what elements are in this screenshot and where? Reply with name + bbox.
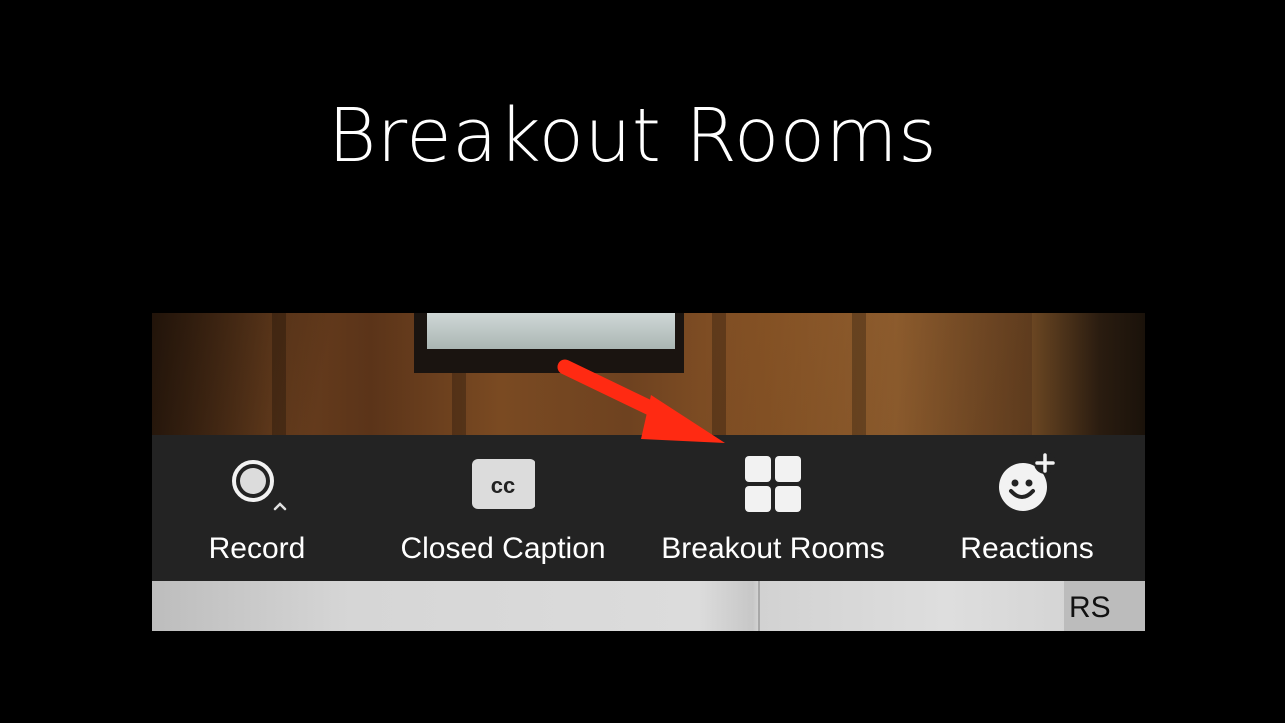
reactions-label: Reactions: [960, 532, 1094, 565]
reactions-button[interactable]: Reactions: [942, 435, 1112, 581]
closed-caption-icon: cc: [472, 459, 535, 509]
thumbnail-divider: [758, 581, 760, 631]
participant-initials: RS: [1069, 591, 1111, 624]
breakout-rooms-icon: [745, 456, 801, 512]
video-shadow: [1032, 313, 1145, 435]
closed-caption-button[interactable]: cc Closed Caption: [382, 435, 624, 581]
reactions-icon: [999, 453, 1056, 511]
breakout-rooms-label: Breakout Rooms: [661, 532, 885, 565]
slide-title: Breakout Rooms: [327, 93, 938, 179]
closed-caption-icon-text: cc: [491, 473, 515, 498]
zoom-toolbar-screenshot: Record cc Closed Caption Breakout Rooms: [152, 313, 1145, 631]
record-icon: [232, 460, 287, 511]
closed-caption-label: Closed Caption: [400, 532, 606, 565]
record-button[interactable]: Record: [172, 435, 342, 581]
record-label: Record: [208, 532, 306, 565]
slide: Breakout Rooms Record cc Closed Caption …: [0, 0, 1285, 723]
wall-picture: [427, 313, 675, 349]
participant-thumbnails: RS: [152, 581, 1145, 631]
red-arrow-icon: [557, 359, 725, 443]
meeting-toolbar: Record cc Closed Caption Breakout Rooms: [152, 435, 1145, 581]
breakout-rooms-button[interactable]: Breakout Rooms: [642, 435, 904, 581]
